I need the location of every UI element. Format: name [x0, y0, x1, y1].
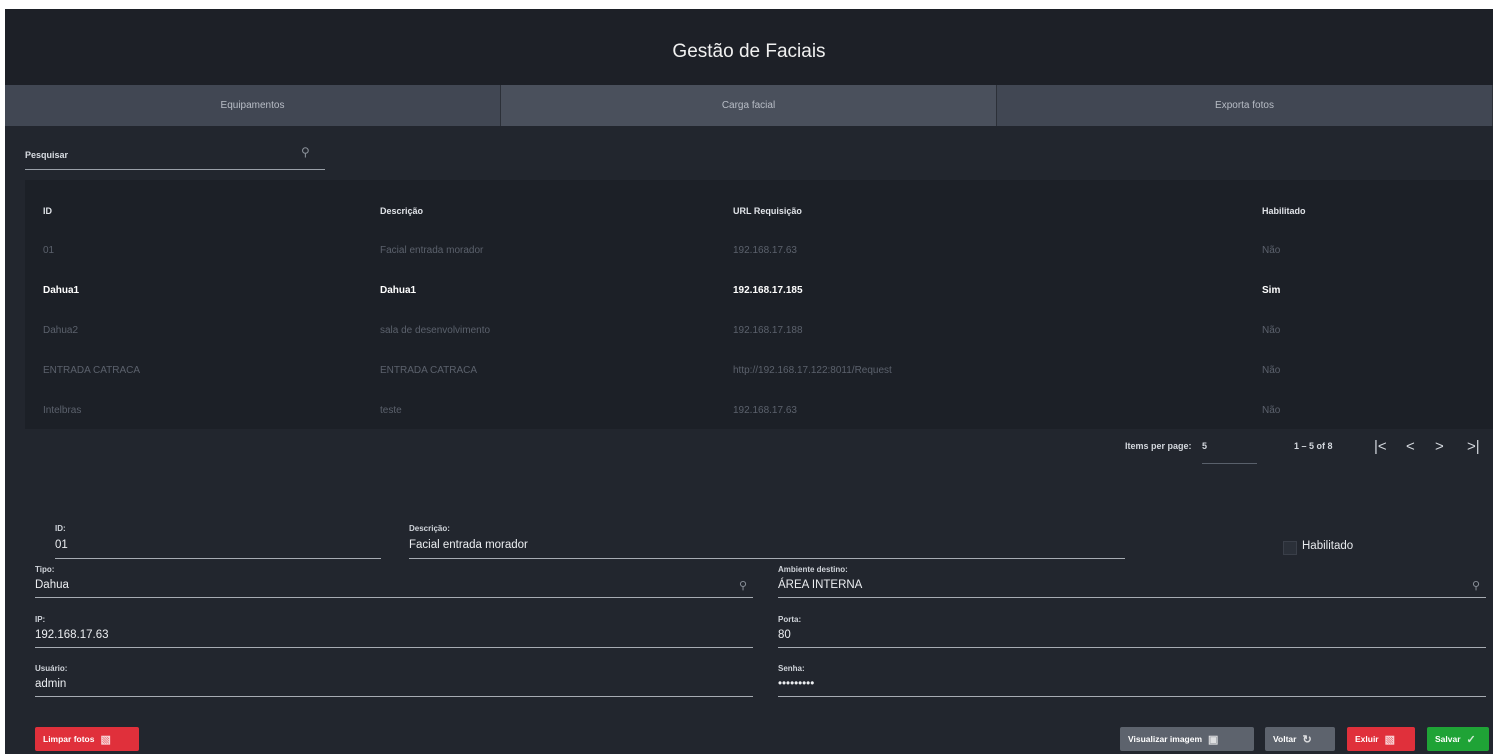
cell-id: ENTRADA CATRACA: [43, 365, 141, 376]
cell-id: 01: [43, 245, 55, 256]
descricao-label: Descrição:: [409, 524, 450, 533]
id-label: ID:: [55, 524, 66, 533]
salvar-button[interactable]: Salvar ✓: [1427, 727, 1489, 751]
senha-underline: [778, 696, 1486, 697]
cell-url: 192.168.17.63: [733, 245, 797, 256]
porta-label: Porta:: [778, 615, 802, 624]
porta-value[interactable]: 80: [778, 629, 791, 641]
tab-carga-facial[interactable]: Carga facial: [501, 85, 997, 126]
next-page-button[interactable]: >: [1435, 438, 1444, 455]
table-header-row: ID Descrição URL Requisição Habilitado: [25, 192, 1493, 230]
cell-habilitado: Não: [1262, 365, 1281, 376]
first-page-button[interactable]: |<: [1374, 438, 1387, 455]
descricao-value[interactable]: Facial entrada morador: [409, 539, 528, 551]
check-icon: ✓: [1466, 733, 1476, 746]
porta-underline: [778, 647, 1486, 648]
last-page-button[interactable]: >|: [1467, 438, 1480, 455]
excluir-label: Exluir: [1355, 734, 1379, 744]
table-row[interactable]: ENTRADA CATRACA ENTRADA CATRACA http://1…: [25, 352, 1493, 390]
senha-value[interactable]: •••••••••: [778, 678, 814, 690]
id-value[interactable]: 01: [55, 539, 68, 551]
tipo-value[interactable]: Dahua: [35, 579, 69, 591]
usuario-field[interactable]: Usuário: admin: [35, 664, 753, 698]
tab-bar: Equipamentos Carga facial Exporta fotos: [5, 85, 1493, 126]
ip-field[interactable]: IP: 192.168.17.63: [35, 615, 753, 649]
voltar-button[interactable]: Voltar ↻: [1265, 727, 1335, 751]
column-header-url[interactable]: URL Requisição: [733, 192, 1253, 230]
salvar-label: Salvar: [1435, 734, 1461, 744]
tipo-label: Tipo:: [35, 565, 55, 574]
cell-url: 192.168.17.185: [733, 285, 803, 296]
excluir-button[interactable]: Exluir ▧: [1347, 727, 1415, 751]
cell-id: Intelbras: [43, 405, 82, 416]
cell-url: 192.168.17.188: [733, 325, 803, 336]
table-row-selected[interactable]: Dahua1 Dahua1 192.168.17.185 Sim: [25, 272, 1493, 310]
header-bar: Gestão de Faciais: [5, 9, 1493, 85]
ambiente-destino-label: Ambiente destino:: [778, 565, 848, 574]
habilitado-checkbox[interactable]: [1283, 541, 1297, 555]
tab-exporta-fotos[interactable]: Exporta fotos: [997, 85, 1493, 126]
items-per-page-select[interactable]: 5: [1202, 441, 1257, 464]
cell-url: 192.168.17.63: [733, 405, 797, 416]
usuario-label: Usuário:: [35, 664, 68, 673]
image-icon: ▣: [1208, 733, 1219, 746]
table-row[interactable]: Intelbras teste 192.168.17.63 Não: [25, 392, 1493, 430]
senha-field[interactable]: Senha: •••••••••: [778, 664, 1486, 698]
ip-label: IP:: [35, 615, 46, 624]
visualizar-imagem-button[interactable]: Visualizar imagem ▣: [1120, 727, 1254, 751]
ambiente-destino-value[interactable]: ÁREA INTERNA: [778, 579, 862, 591]
senha-label: Senha:: [778, 664, 805, 673]
cell-habilitado: Sim: [1262, 285, 1281, 296]
tipo-field[interactable]: Tipo: Dahua ⚲: [35, 565, 753, 599]
cell-habilitado: Não: [1262, 325, 1281, 336]
delete-icon: ▧: [1384, 733, 1396, 746]
search-icon[interactable]: ⚲: [301, 145, 310, 159]
cell-id: Dahua1: [43, 285, 80, 296]
column-header-descricao[interactable]: Descrição: [380, 192, 720, 230]
usuario-value[interactable]: admin: [35, 678, 66, 690]
cell-descricao: teste: [380, 405, 402, 416]
voltar-label: Voltar: [1273, 734, 1297, 744]
column-header-habilitado[interactable]: Habilitado: [1262, 192, 1462, 230]
limpar-fotos-button[interactable]: Limpar fotos ▧: [35, 727, 139, 751]
refresh-icon: ↻: [1302, 733, 1312, 746]
search-input[interactable]: Pesquisar ⚲: [25, 145, 325, 170]
equipment-table: ID Descrição URL Requisição Habilitado 0…: [25, 180, 1493, 429]
descricao-underline: [409, 558, 1125, 559]
tab-equipamentos[interactable]: Equipamentos: [5, 85, 501, 126]
cell-id: Dahua2: [43, 325, 79, 336]
cell-descricao: Facial entrada morador: [380, 245, 484, 256]
previous-page-button[interactable]: <: [1406, 438, 1415, 455]
cell-url: http://192.168.17.122:8011/Request: [733, 365, 892, 376]
id-field[interactable]: ID: 01: [55, 524, 381, 560]
limpar-fotos-label: Limpar fotos: [43, 734, 95, 744]
cell-descricao: Dahua1: [380, 285, 417, 296]
app-window: Gestão de Faciais Equipamentos Carga fac…: [5, 9, 1493, 754]
tipo-underline: [35, 597, 753, 598]
ip-underline: [35, 647, 753, 648]
table-row[interactable]: 01 Facial entrada morador 192.168.17.63 …: [25, 232, 1493, 270]
usuario-underline: [35, 696, 753, 697]
page-title: Gestão de Faciais: [672, 41, 826, 62]
descricao-field[interactable]: Descrição: Facial entrada morador: [409, 524, 1125, 560]
ambiente-search-icon[interactable]: ⚲: [1472, 579, 1480, 592]
cell-habilitado: Não: [1262, 405, 1281, 416]
cell-habilitado: Não: [1262, 245, 1281, 256]
ambiente-destino-field[interactable]: Ambiente destino: ÁREA INTERNA ⚲: [778, 565, 1486, 599]
porta-field[interactable]: Porta: 80: [778, 615, 1486, 649]
trash-icon: ▧: [100, 733, 111, 746]
table-row[interactable]: Dahua2 sala de desenvolvimento 192.168.1…: [25, 312, 1493, 350]
cell-descricao: sala de desenvolvimento: [380, 325, 491, 336]
visualizar-imagem-label: Visualizar imagem: [1128, 734, 1203, 744]
items-per-page-label: Items per page:: [1125, 441, 1192, 451]
paginator-range: 1 – 5 of 8: [1294, 441, 1333, 451]
ip-value[interactable]: 192.168.17.63: [35, 629, 109, 641]
cell-descricao: ENTRADA CATRACA: [380, 365, 478, 376]
habilitado-label: Habilitado: [1302, 540, 1354, 552]
tipo-search-icon[interactable]: ⚲: [739, 579, 747, 592]
id-underline: [55, 558, 381, 559]
ambiente-destino-underline: [778, 597, 1486, 598]
column-header-id[interactable]: ID: [43, 192, 363, 230]
search-label: Pesquisar: [25, 150, 69, 160]
